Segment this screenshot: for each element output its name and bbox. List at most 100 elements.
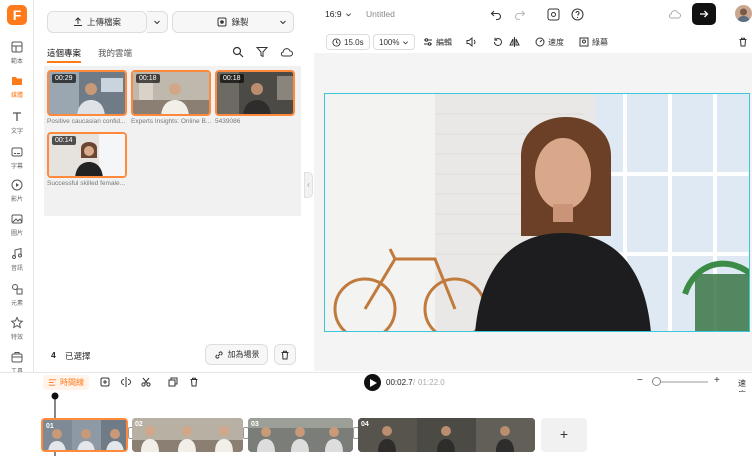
duration-badge: 00:18 (220, 74, 244, 83)
effects-icon (10, 316, 24, 329)
sidebar-item-image[interactable]: 圖片 (0, 212, 34, 237)
media-item[interactable]: 00:18 (131, 70, 211, 116)
sidebar-item-label: 元素 (10, 301, 23, 307)
trash-icon (281, 350, 289, 359)
trash-icon[interactable] (738, 37, 748, 47)
trash-icon[interactable] (189, 377, 199, 387)
aspect-ratio-select[interactable]: 16:9 (325, 9, 342, 19)
clip-number: 04 (361, 421, 369, 428)
sidebar-item-text[interactable]: 文字 (0, 110, 34, 135)
elements-icon (12, 284, 23, 295)
clip-number: 01 (46, 423, 54, 430)
selected-label: 已選擇 (65, 351, 91, 361)
upload-dropdown[interactable] (147, 11, 168, 33)
timeline-clip[interactable]: 03 (248, 418, 353, 452)
sidebar-item-subtitle[interactable]: 字幕 (0, 145, 34, 170)
timeline-toggle[interactable]: 時間線 (43, 375, 89, 390)
zoom-out-button[interactable]: − (637, 375, 643, 386)
edit-button[interactable]: 編輯 (423, 34, 452, 50)
media-item[interactable]: 00:29 (47, 70, 127, 116)
image-icon (11, 214, 23, 224)
timeline-icon (48, 379, 57, 386)
clip-number: 02 (135, 421, 143, 428)
duration-button[interactable]: 15.0s (326, 34, 370, 50)
chroma-key-button[interactable]: 綠幕 (579, 34, 608, 50)
export-button[interactable] (692, 3, 716, 25)
upload-button[interactable]: 上傳檔案 (47, 11, 147, 33)
flip-icon[interactable] (509, 37, 520, 47)
rotate-icon[interactable] (492, 37, 503, 47)
current-time: 00:02.7 (386, 378, 413, 387)
template-icon (11, 41, 23, 53)
speed-label: 速度 (548, 37, 564, 47)
add-track-icon[interactable] (100, 377, 110, 387)
duration-value: 15.0s (344, 37, 364, 47)
record-button[interactable]: 錄製 (172, 11, 294, 33)
timeline-label: 時間線 (60, 378, 84, 387)
volume-icon[interactable] (466, 37, 477, 47)
speed-button[interactable]: 速度 (535, 34, 564, 50)
undo-icon[interactable] (490, 8, 502, 20)
split-icon[interactable] (121, 377, 131, 387)
media-item[interactable]: 00:18 (215, 70, 295, 116)
help-icon[interactable] (571, 8, 584, 21)
timeline-clip[interactable]: 04 (358, 418, 535, 452)
upload-label: 上傳檔案 (86, 17, 121, 27)
media-icon (12, 77, 22, 85)
chroma-key-icon (579, 37, 589, 47)
sidebar-item-media[interactable]: 媒體 (0, 74, 34, 99)
avatar[interactable] (735, 5, 752, 22)
sidebar-item-label: 音訊 (10, 266, 23, 272)
chevron-down-icon (403, 40, 409, 44)
search-icon[interactable] (232, 46, 244, 58)
zoom-value: 100% (379, 37, 400, 47)
video-preview[interactable] (324, 93, 750, 332)
timeline-clip[interactable]: 01 (41, 418, 128, 452)
chevron-down-icon (346, 13, 351, 17)
add-scene-button[interactable]: 加為場景 (205, 344, 268, 365)
project-title[interactable]: Untitled (366, 9, 395, 19)
sidebar-item-label: 媒體 (10, 93, 23, 99)
collapse-panel-handle[interactable]: ‹ (304, 172, 313, 198)
media-caption: Positive caucasian confid... (47, 118, 126, 125)
tab-my-cloud[interactable]: 我的雲端 (98, 47, 132, 59)
duration-badge: 00:14 (52, 136, 76, 145)
timeline-zoom-slider[interactable] (652, 377, 708, 386)
upload-icon (73, 17, 82, 26)
media-caption: 5439086 (215, 118, 241, 125)
sidebar-item-elements[interactable]: 元素 (0, 282, 34, 307)
chevron-down-icon (154, 20, 160, 25)
speedometer-icon (535, 37, 545, 47)
chevron-down-icon (280, 20, 286, 25)
sidebar-item-template[interactable]: 範本 (0, 40, 34, 65)
text-icon (13, 112, 21, 121)
sidebar-item-audio[interactable]: 音訊 (0, 247, 34, 272)
timeline-clip[interactable]: 02 (132, 418, 243, 452)
cloud-sync-icon[interactable] (668, 9, 681, 19)
media-item[interactable]: 00:14 (47, 132, 127, 178)
redo-icon[interactable] (514, 8, 526, 20)
sidebar-item-video[interactable]: 影片 (0, 178, 34, 203)
scissors-icon[interactable] (141, 377, 151, 387)
cloud-icon[interactable] (280, 47, 293, 57)
add-clip-button[interactable]: + (541, 418, 587, 452)
tools-icon (11, 352, 23, 363)
duration-badge: 00:29 (52, 74, 76, 83)
record-icon (217, 17, 227, 27)
play-icon (370, 378, 377, 387)
slider-thumb[interactable] (652, 377, 661, 386)
play-button[interactable] (364, 374, 381, 391)
app-logo[interactable]: F (7, 5, 27, 25)
tab-this-project[interactable]: 這個專案 (47, 47, 82, 63)
filter-icon[interactable] (256, 46, 268, 58)
sliders-icon (424, 38, 432, 46)
zoom-select[interactable]: 100% (373, 34, 416, 50)
zoom-in-button[interactable]: + (714, 375, 720, 386)
sidebar-item-label: 文字 (10, 129, 23, 135)
duplicate-icon[interactable] (168, 377, 178, 387)
media-caption: Successful skilled female... (47, 180, 126, 187)
total-time: 01:22.0 (418, 378, 445, 387)
screen-record-icon[interactable] (547, 8, 560, 21)
delete-selected-button[interactable] (274, 344, 296, 365)
sidebar-item-effects[interactable]: 特效 (0, 316, 34, 341)
